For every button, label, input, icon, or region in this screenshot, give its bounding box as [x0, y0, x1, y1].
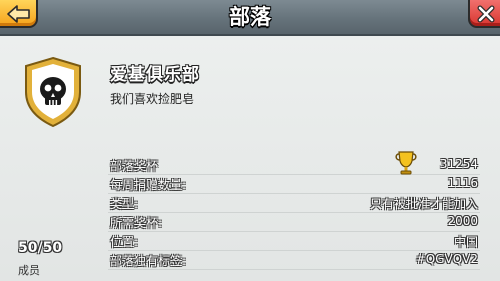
skull-shield-badge-icon [25, 56, 81, 128]
close-icon [477, 5, 495, 23]
stat-value: 只有被批准才能加入 [369, 197, 478, 211]
stat-label: 部落奖杯 [110, 159, 159, 173]
stat-label: 所需奖杯: [110, 216, 163, 230]
stat-row-clan-trophies: 部落奖杯 31254 [108, 151, 480, 175]
stat-value: #QGVQV2 [415, 252, 478, 266]
stat-label: 类型: [110, 197, 139, 211]
header-bar: 部落 [0, 0, 500, 36]
close-button[interactable] [468, 0, 500, 28]
stat-value: 1116 [447, 176, 478, 190]
page-title: 部落 [229, 5, 271, 29]
clan-name: 爱基俱乐部 [110, 65, 200, 85]
stat-row-clan-tag: 部落独有标签: #QGVQV2 [108, 251, 480, 270]
stat-label: 位置: [110, 235, 139, 249]
stat-row-weekly-donations: 每周捐赠数量: 1116 [108, 175, 480, 194]
stat-value: 中国 [453, 235, 478, 249]
members-label: 成员 [18, 264, 40, 277]
stat-label: 部落独有标签: [110, 254, 187, 268]
stat-row-location: 位置: 中国 [108, 232, 480, 251]
trophy-icon [395, 151, 417, 175]
stat-value: 2000 [447, 214, 478, 228]
clan-stats: 部落奖杯 31254 每周捐赠数量: 1116 类型: 只有被批准才能加入 所需… [108, 151, 480, 270]
stat-label: 每周捐赠数量: [110, 178, 187, 192]
stat-value: 31254 [439, 157, 478, 171]
stat-row-type: 类型: 只有被批准才能加入 [108, 194, 480, 213]
clan-description: 我们喜欢捡肥皂 [110, 92, 195, 106]
stat-row-required-trophies: 所需奖杯: 2000 [108, 213, 480, 232]
members-count: 50/50 [18, 240, 63, 256]
